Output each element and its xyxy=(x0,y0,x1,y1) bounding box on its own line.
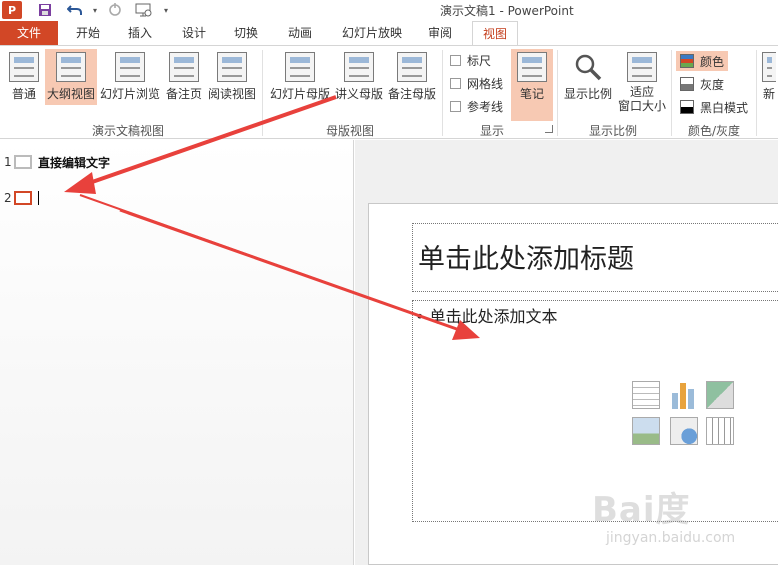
insert-smartart-icon[interactable] xyxy=(706,381,734,409)
tab-view[interactable]: 视图 xyxy=(472,21,518,46)
gridlines-checkbox[interactable]: 网格线 xyxy=(450,74,503,92)
black-white-mode-button[interactable]: 黑白模式 xyxy=(676,97,752,117)
title-placeholder-text: 单击此处添加标题 xyxy=(418,244,634,275)
outline-view-button[interactable]: 大纲视图 xyxy=(45,49,97,105)
normal-view-button[interactable]: 普通 xyxy=(4,49,44,105)
notes-page-button[interactable]: 备注页 xyxy=(163,49,205,105)
color-swatch-icon xyxy=(680,54,694,68)
title-placeholder[interactable]: 单击此处添加标题 xyxy=(412,223,778,292)
outline-slide-2[interactable]: 2 xyxy=(4,188,39,208)
checkbox-box xyxy=(450,100,461,112)
tab-insert[interactable]: 插入 xyxy=(118,21,162,45)
outline-slide-1[interactable]: 1 直接编辑文字 xyxy=(4,152,110,172)
ruler-checkbox[interactable]: 标尺 xyxy=(450,51,491,69)
slide-thumbnail-icon xyxy=(14,191,32,205)
slide-thumbnail-icon xyxy=(14,155,32,169)
slide-editing-area: 单击此处添加标题 • 单击此处添加文本 xyxy=(355,140,778,565)
group-label-show: 显示 xyxy=(480,124,505,138)
insert-online-picture-icon[interactable] xyxy=(670,417,698,445)
undo-dropdown-icon[interactable]: ▾ xyxy=(90,1,100,19)
outline-slide-title[interactable]: 直接编辑文字 xyxy=(38,154,110,171)
customize-toolbar-icon[interactable]: ▾ xyxy=(160,1,172,19)
checkbox-box xyxy=(450,77,461,89)
slide-sorter-icon xyxy=(115,52,145,82)
insert-video-icon[interactable] xyxy=(706,417,734,445)
insert-chart-icon[interactable] xyxy=(670,381,698,409)
save-icon[interactable] xyxy=(36,1,54,19)
undo-icon[interactable] xyxy=(66,1,84,19)
tab-file[interactable]: 文件 xyxy=(0,21,58,45)
tab-slideshow[interactable]: 幻灯片放映 xyxy=(332,21,412,45)
window-title: 演示文稿1 - PowerPoint xyxy=(440,4,574,18)
text-caret xyxy=(38,191,39,205)
tab-review[interactable]: 审阅 xyxy=(418,21,462,45)
redo-icon[interactable] xyxy=(106,1,124,19)
baidu-watermark-url: jingyan.baidu.com xyxy=(606,530,736,546)
tab-animations[interactable]: 动画 xyxy=(278,21,322,45)
insert-picture-icon[interactable] xyxy=(632,417,660,445)
slide-master-icon xyxy=(285,52,315,82)
slide-number: 2 xyxy=(4,191,12,205)
handout-master-icon xyxy=(344,52,374,82)
slide-sorter-button[interactable]: 幻灯片浏览 xyxy=(99,49,161,105)
notes-page-icon xyxy=(169,52,199,82)
grayscale-swatch-icon xyxy=(680,77,694,91)
notes-master-button[interactable]: 备注母版 xyxy=(386,49,438,105)
tab-home[interactable]: 开始 xyxy=(66,21,110,45)
group-label-master-views: 母版视图 xyxy=(326,124,375,138)
slide-number: 1 xyxy=(4,155,12,169)
ribbon: 普通 大纲视图 幻灯片浏览 备注页 阅读视图 演示文稿视图 幻灯片母版 讲义母版… xyxy=(0,45,778,139)
slide-canvas[interactable]: 单击此处添加标题 • 单击此处添加文本 xyxy=(368,203,778,565)
show-dialog-launcher-icon[interactable] xyxy=(545,125,553,133)
title-bar: P ▾ ▾ 演示文稿1 - PowerPoint xyxy=(0,0,778,21)
handout-master-button[interactable]: 讲义母版 xyxy=(334,49,384,105)
group-separator xyxy=(557,50,558,136)
grayscale-mode-button[interactable]: 灰度 xyxy=(676,74,728,94)
guides-checkbox[interactable]: 参考线 xyxy=(450,97,503,115)
group-separator xyxy=(671,50,672,136)
baidu-watermark: Bai度 xyxy=(592,490,691,530)
group-separator xyxy=(442,50,443,136)
notes-icon xyxy=(517,52,547,82)
black-white-swatch-icon xyxy=(680,100,694,114)
group-label-color: 颜色/灰度 xyxy=(688,124,741,138)
reading-view-button[interactable]: 阅读视图 xyxy=(206,49,258,105)
fit-window-icon xyxy=(627,52,657,82)
group-label-zoom: 显示比例 xyxy=(589,124,638,138)
presentation-icon[interactable] xyxy=(134,1,154,19)
new-window-button[interactable]: 新 xyxy=(760,49,778,105)
new-window-icon xyxy=(762,52,776,82)
notes-master-icon xyxy=(397,52,427,82)
group-separator xyxy=(756,50,757,136)
reading-view-icon xyxy=(217,52,247,82)
tab-design[interactable]: 设计 xyxy=(172,21,216,45)
tab-transitions[interactable]: 切换 xyxy=(224,21,268,45)
magnifier-icon xyxy=(573,52,603,82)
insert-table-icon[interactable] xyxy=(632,381,660,409)
outline-view-icon xyxy=(56,52,86,82)
group-separator xyxy=(262,50,263,136)
content-placeholder-text: • 单击此处添加文本 xyxy=(415,307,558,326)
outline-pane[interactable]: 1 直接编辑文字 2 xyxy=(0,140,354,565)
slide-master-button[interactable]: 幻灯片母版 xyxy=(268,49,332,105)
zoom-button[interactable]: 显示比例 xyxy=(562,49,614,105)
group-label-presentation-views: 演示文稿视图 xyxy=(92,124,165,138)
color-mode-button[interactable]: 颜色 xyxy=(676,51,729,71)
powerpoint-logo-icon: P xyxy=(2,1,22,19)
checkbox-box xyxy=(450,54,461,66)
fit-to-window-button[interactable]: 适应 窗口大小 xyxy=(616,49,668,121)
normal-view-icon xyxy=(9,52,39,82)
ribbon-tabs: 文件 开始 插入 设计 切换 动画 幻灯片放映 审阅 视图 xyxy=(0,21,778,46)
notes-button[interactable]: 笔记 xyxy=(511,49,553,121)
